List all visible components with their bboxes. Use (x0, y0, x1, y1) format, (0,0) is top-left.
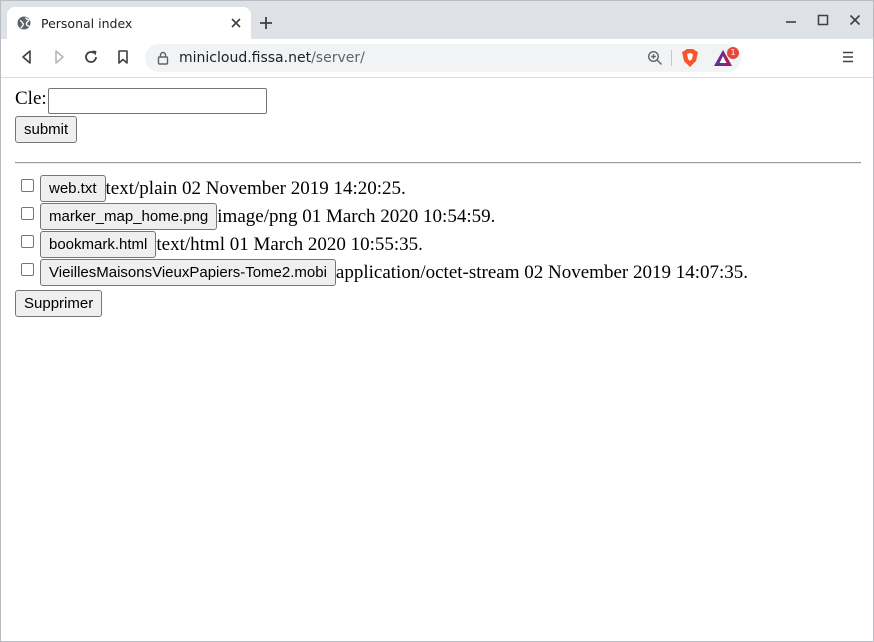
divider (15, 162, 861, 164)
close-tab-icon[interactable] (229, 16, 243, 30)
maximize-icon[interactable] (817, 14, 829, 26)
key-input[interactable] (48, 88, 267, 114)
address-bar[interactable]: minicloud.fissa.net/server/ 1 (145, 44, 741, 72)
file-button[interactable]: bookmark.html (40, 231, 157, 258)
page-content: Cle: submit web.txt text/plain 02 Novembe… (1, 78, 873, 641)
new-tab-icon[interactable] (259, 16, 273, 30)
url-host: minicloud.fissa.net (179, 50, 312, 66)
tab-title: Personal index (41, 16, 133, 31)
tab-personal-index[interactable]: Personal index (7, 7, 251, 39)
file-checkbox[interactable] (21, 179, 34, 192)
file-button[interactable]: web.txt (40, 175, 106, 202)
file-button[interactable]: marker_map_home.png (40, 203, 218, 230)
lock-icon[interactable] (157, 51, 169, 65)
key-label: Cle: (15, 88, 47, 109)
menu-icon[interactable] (841, 50, 855, 64)
back-icon[interactable] (19, 49, 35, 65)
brave-shields-icon[interactable] (681, 48, 699, 68)
file-meta: application/octet-stream 02 November 201… (335, 261, 749, 283)
bookmark-icon[interactable] (115, 49, 131, 65)
file-meta: text/plain 02 November 2019 14:20:25. (105, 177, 406, 199)
globe-icon (17, 16, 31, 30)
file-button[interactable]: VieillesMaisonsVieuxPapiers-Tome2.mobi (40, 259, 336, 286)
file-checkbox[interactable] (21, 235, 34, 248)
browser-window: Personal index minicloud.fissa.net/serve… (0, 0, 874, 642)
tab-strip: Personal index (1, 1, 873, 39)
minimize-icon[interactable] (785, 14, 797, 26)
toolbar: minicloud.fissa.net/server/ 1 (1, 39, 873, 78)
file-row: web.txt text/plain 02 November 2019 14:20… (19, 175, 406, 206)
file-checkbox[interactable] (21, 207, 34, 220)
file-checkbox[interactable] (21, 263, 34, 276)
rewards-badge: 1 (727, 47, 739, 59)
omnibox-separator (671, 50, 672, 66)
file-meta: text/html 01 March 2020 10:55:35. (156, 233, 423, 255)
url-text: minicloud.fissa.net/server/ (179, 50, 365, 66)
url-path: /server/ (311, 50, 365, 66)
forward-icon[interactable] (51, 49, 67, 65)
file-row: bookmark.html text/html 01 March 2020 10:… (19, 231, 423, 262)
file-row: VieillesMaisonsVieuxPapiers-Tome2.mobi ap… (19, 259, 749, 290)
reload-icon[interactable] (83, 49, 99, 65)
file-row: marker_map_home.png image/png 01 March 20… (19, 203, 496, 234)
submit-button[interactable]: submit (15, 116, 78, 143)
file-meta: image/png 01 March 2020 10:54:59. (217, 205, 496, 227)
zoom-icon[interactable] (647, 50, 663, 66)
delete-button[interactable]: Supprimer (15, 290, 103, 317)
close-window-icon[interactable] (849, 14, 861, 26)
